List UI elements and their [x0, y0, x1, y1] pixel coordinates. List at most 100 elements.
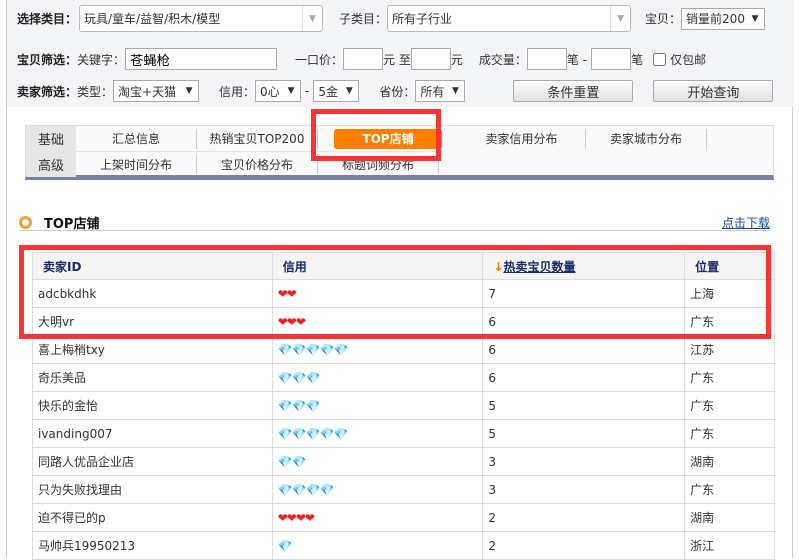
credit-diamond-icons: 💎	[271, 531, 484, 560]
item-filter-label: 宝贝筛选：	[17, 52, 78, 67]
category-select[interactable]: 玩具/童车/益智/积木/模型 ▼	[79, 5, 324, 32]
chevron-down-icon: ▼	[302, 6, 322, 31]
subcategory-label: 子类目：	[339, 12, 388, 26]
credit-diamond-icons: 💎💎💎💎💎	[271, 335, 484, 364]
tab-group-advanced-label: 高级	[26, 151, 76, 177]
table-row: 奇乐美品 💎💎💎 6 广东	[32, 363, 775, 392]
table-row: 快乐的金怡 💎💎💎 5 广东	[32, 391, 775, 420]
sales-unit: 笔 -	[566, 52, 588, 67]
table-row: 大明vr ❤❤❤ 6 广东	[32, 307, 775, 336]
province-select[interactable]: 所有 ▼	[415, 80, 466, 102]
credit-from-value: 0心	[260, 84, 280, 99]
free-shipping-checkbox[interactable]	[653, 52, 667, 66]
tab-top-shops[interactable]: TOP店铺	[334, 128, 442, 149]
credit-diamond-icons: 💎💎	[271, 447, 484, 476]
download-link[interactable]: 点击下载	[722, 214, 770, 231]
filter-panel: 选择类目： 玩具/童车/益智/积木/模型 ▼ 子类目： 所有子行业 ▼ 宝贝： 销量…	[7, 0, 794, 107]
diamond-icon: 💎💎💎	[277, 370, 321, 385]
location: 湖南	[684, 447, 775, 476]
sales-from-input[interactable]	[526, 48, 567, 70]
hot-count: 3	[482, 475, 686, 504]
type-label: 类型：	[77, 84, 114, 99]
sales-to-input[interactable]	[591, 48, 632, 70]
credit-diamond-icons: 💎💎💎	[271, 391, 484, 420]
hot-count: 2	[482, 503, 686, 532]
diamond-icon: 💎	[277, 538, 293, 553]
credit-heart-icons: ❤❤❤	[271, 307, 484, 336]
location: 江苏	[684, 335, 775, 364]
header-seller-id[interactable]: 卖家ID	[32, 252, 273, 280]
tab-title-words[interactable]: 标题词频分布	[318, 154, 439, 174]
credit-to-value: 5金	[318, 84, 339, 99]
table-row: ivanding007 💎💎💎💎💎 5 广东	[32, 419, 775, 448]
table-row: 马帅兵19950213 💎 2 浙江	[32, 531, 775, 560]
seller-id[interactable]: 同路人优品企业店	[32, 447, 273, 476]
sales-label: 成交量：	[478, 52, 527, 67]
keyword-label: 关键字：	[77, 52, 126, 67]
credit-diamond-icons: 💎💎💎💎💎	[271, 419, 484, 448]
seller-id[interactable]: ivanding007	[32, 419, 273, 448]
subcategory-select[interactable]: 所有子行业 ▼	[387, 5, 632, 32]
reset-button[interactable]: 条件重置	[513, 80, 634, 102]
chevron-down-icon: ▼	[345, 86, 353, 96]
seller-id[interactable]: 奇乐美品	[32, 363, 273, 392]
sort-link[interactable]: 热卖宝贝数量	[503, 260, 575, 274]
table-header: 卖家ID 信用 ↓热卖宝贝数量 位置	[32, 252, 775, 280]
hot-count: 5	[482, 419, 686, 448]
price-label: 一口价：	[295, 52, 344, 67]
tab-hot-items[interactable]: 热销宝贝TOP200	[197, 128, 318, 149]
heart-icon: ❤❤❤	[277, 314, 306, 329]
diamond-icon: 💎💎💎	[277, 398, 321, 413]
seller-filter-label: 卖家筛选：	[17, 84, 78, 99]
query-button[interactable]: 开始查询	[653, 80, 774, 102]
category-label: 选择类目：	[17, 12, 78, 26]
seller-id[interactable]: 快乐的金怡	[32, 391, 273, 420]
location: 上海	[684, 279, 775, 308]
tab-panel: 基础 汇总信息 热销宝贝TOP200 TOP店铺 卖家信用分布 卖家城市分布 高…	[25, 125, 774, 180]
header-hot-count[interactable]: ↓热卖宝贝数量	[482, 252, 686, 280]
item-value: 销量前200	[686, 12, 745, 26]
seller-id[interactable]: 迫不得已的p	[32, 503, 273, 532]
category-value: 玩具/童车/益智/积木/模型	[84, 12, 221, 26]
tab-listing-time[interactable]: 上架时间分布	[76, 154, 197, 174]
diamond-icon: 💎💎	[277, 454, 307, 469]
hot-count: 6	[482, 363, 686, 392]
chevron-down-icon: ▼	[746, 8, 765, 29]
credit-heart-icons: ❤❤❤❤	[271, 503, 484, 532]
tab-seller-credit[interactable]: 卖家信用分布	[458, 128, 586, 149]
hot-count: 7	[482, 279, 686, 308]
tab-seller-city[interactable]: 卖家城市分布	[586, 128, 707, 149]
credit-diamond-icons: 💎💎💎💎	[271, 475, 484, 504]
type-select[interactable]: 淘宝+天猫 ▼	[113, 80, 200, 102]
seller-id[interactable]: 大明vr	[32, 307, 273, 336]
keyword-input[interactable]	[125, 48, 278, 70]
heart-icon: ❤❤❤❤	[277, 510, 315, 525]
price-from-input[interactable]	[343, 48, 384, 70]
location: 广东	[684, 419, 775, 448]
item-select[interactable]: 销量前200 ▼	[681, 7, 766, 30]
heart-icon: ❤❤	[277, 286, 297, 301]
header-credit[interactable]: 信用	[271, 252, 484, 280]
chevron-down-icon: ▼	[185, 86, 193, 96]
price-to-input[interactable]	[410, 48, 451, 70]
table-row: adcbkdhk ❤❤ 7 上海	[32, 279, 775, 308]
top-shops-table: 卖家ID 信用 ↓热卖宝贝数量 位置 adcbkdhk ❤❤ 7 上海 大明vr …	[32, 252, 775, 560]
location: 广东	[684, 475, 775, 504]
credit-separator: -	[305, 84, 310, 98]
seller-id[interactable]: 喜上梅梢txy	[32, 335, 273, 364]
location: 广东	[684, 307, 775, 336]
header-location[interactable]: 位置	[684, 252, 775, 280]
subcategory-value: 所有子行业	[392, 12, 453, 26]
tab-summary[interactable]: 汇总信息	[76, 128, 197, 149]
tab-price-dist[interactable]: 宝贝价格分布	[197, 154, 318, 174]
seller-id[interactable]: 马帅兵19950213	[32, 531, 273, 560]
credit-from-select[interactable]: 0心 ▼	[255, 80, 302, 102]
table-row: 喜上梅梢txy 💎💎💎💎💎 6 江苏	[32, 335, 775, 364]
credit-diamond-icons: 💎💎💎	[271, 363, 484, 392]
diamond-icon: 💎💎💎💎💎	[277, 342, 349, 357]
credit-to-select[interactable]: 5金 ▼	[313, 80, 360, 102]
location: 广东	[684, 391, 775, 420]
seller-id[interactable]: adcbkdhk	[32, 279, 273, 308]
table-row: 同路人优品企业店 💎💎 3 湖南	[32, 447, 775, 476]
seller-id[interactable]: 只为失败找理由	[32, 475, 273, 504]
